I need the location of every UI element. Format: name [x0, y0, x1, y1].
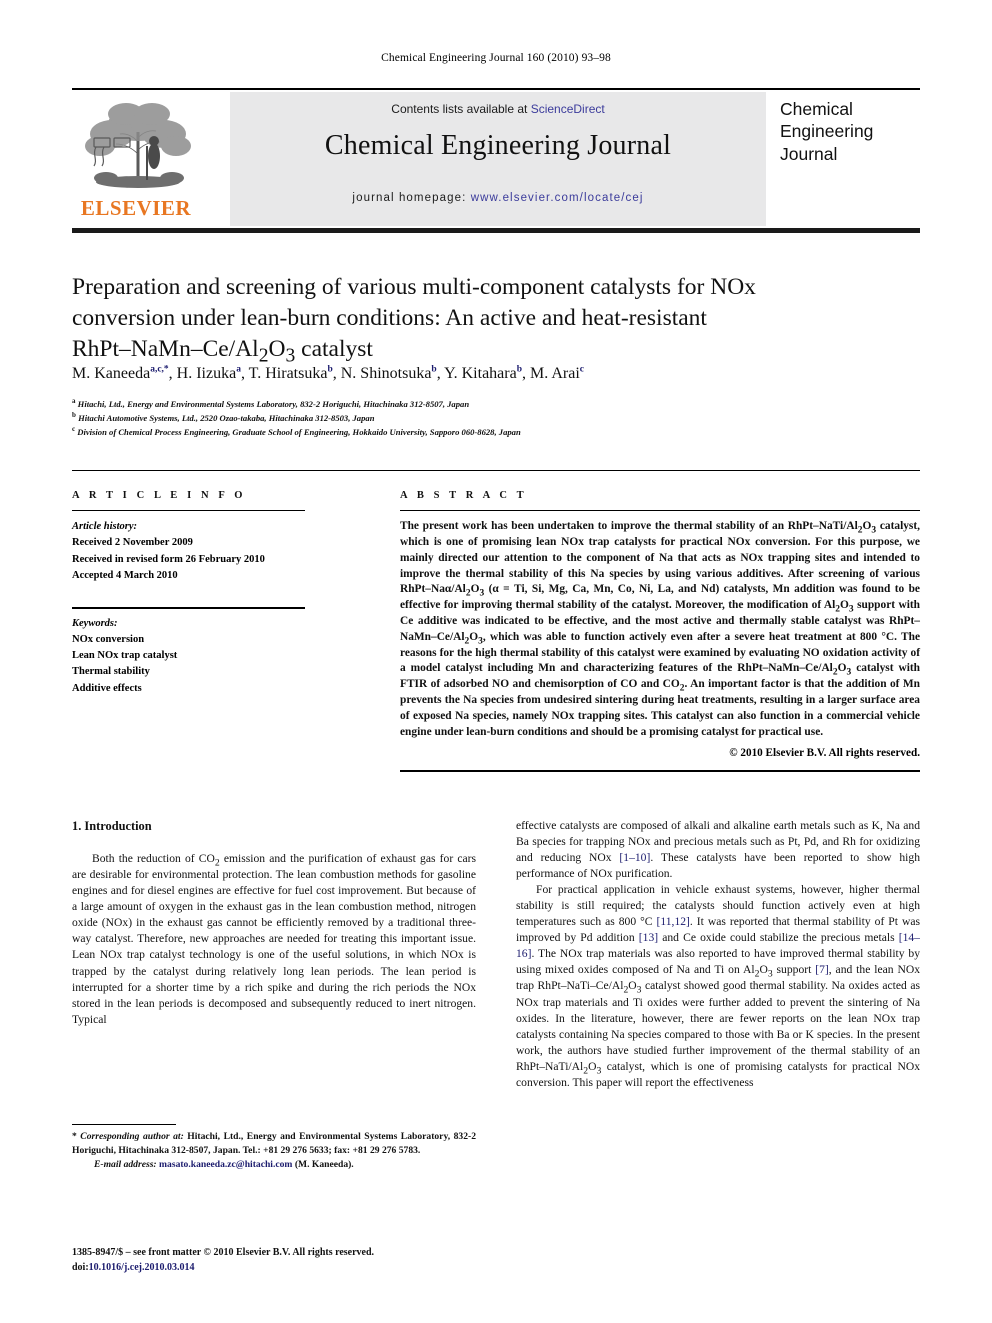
journal-homepage-link[interactable]: www.elsevier.com/locate/cej [471, 192, 644, 204]
body-paragraph: Both the reduction of CO2 emission and t… [72, 852, 476, 1026]
article-history-item: Received 2 November 2009 [72, 537, 193, 549]
article-history-item: Received in revised form 26 February 201… [72, 553, 265, 565]
abstract-block: A B S T R A C T The present work has bee… [400, 490, 920, 772]
journal-homepage-line: journal homepage: www.elsevier.com/locat… [230, 192, 766, 204]
footnote-rule [72, 1124, 176, 1126]
elsevier-wordmark: ELSEVIER [80, 196, 192, 220]
elsevier-logo: ELSEVIER [72, 92, 204, 226]
keyword-item: Lean NOx trap catalyst [72, 650, 178, 662]
body-paragraph: effective catalysts are composed of alka… [516, 819, 920, 881]
journal-masthead: ELSEVIER Contents lists available at Sci… [72, 92, 920, 226]
corresponding-author-note: * Corresponding author at: Hitachi, Ltd.… [72, 1131, 476, 1157]
abstract-text: The present work has been undertaken to … [400, 520, 921, 738]
keywords-rule [72, 607, 305, 609]
author: M. Araic [530, 364, 584, 382]
cover-line-2: Engineering [780, 121, 874, 142]
author: N. Shinotsukab [340, 364, 437, 382]
author: T. Hiratsukab [248, 364, 333, 382]
affiliation: a Hitachi, Ltd., Energy and Environmenta… [72, 397, 470, 409]
keyword-item: Additive effects [72, 682, 142, 694]
email-suffix: (M. Kaneeda). [292, 1159, 354, 1171]
cover-line-3: Journal [780, 143, 838, 164]
title-line-3: RhPt–NaMn–Ce/Al2O3 catalyst [72, 335, 373, 367]
article-history-item: Accepted 4 March 2010 [72, 569, 178, 581]
abstract-heading: A B S T R A C T [400, 490, 528, 501]
email-label: E-mail address: [94, 1159, 157, 1171]
author-list: M. Kaneedaa,c,*, H. Iizukaa, T. Hiratsuk… [72, 364, 584, 382]
journal-article-page: Chemical Engineering Journal 160 (2010) … [0, 0, 992, 1323]
header-divider-top [72, 88, 920, 90]
affiliation: c Division of Chemical Process Engineeri… [72, 424, 521, 437]
abstract-copyright: © 2010 Elsevier B.V. All rights reserved… [729, 747, 920, 760]
author: M. Kaneedaa,c,* [72, 364, 169, 382]
journal-title: Chemical Engineering Journal [324, 130, 672, 161]
keywords-label: Keywords: [72, 617, 118, 629]
sciencedirect-link[interactable]: ScienceDirect [531, 102, 605, 116]
abstract-bottom-rule [400, 770, 920, 772]
affiliation: b Hitachi Automotive Systems, Ltd., 2520… [72, 411, 375, 423]
elsevier-tree-icon [85, 103, 191, 188]
journal-cover-title: Chemical Engineering Journal [780, 98, 920, 165]
section-heading-introduction: 1. Introduction [72, 819, 152, 833]
abstract-rule [400, 510, 920, 512]
doi-link[interactable]: 10.1016/j.cej.2010.03.014 [89, 1262, 195, 1273]
running-head: Chemical Engineering Journal 160 (2010) … [381, 52, 611, 64]
doi-label: doi: [72, 1262, 89, 1273]
keyword-item: NOx conversion [72, 633, 145, 645]
body-column-right: effective catalysts are composed of alka… [516, 818, 920, 1091]
article-info-rule [72, 510, 305, 512]
email-link[interactable]: masato.kaneeda.zc@hitachi.com [159, 1159, 292, 1170]
title-line-2: conversion under lean-burn conditions: A… [72, 304, 707, 331]
contents-available-line: Contents lists available at ScienceDirec… [230, 102, 766, 116]
footnote-block: * Corresponding author at: Hitachi, Ltd.… [72, 1124, 476, 1172]
header-divider-bottom [72, 228, 920, 233]
body-paragraph: For practical application in vehicle exh… [516, 883, 920, 1089]
email-note: E-mail address: masato.kaneeda.zc@hitach… [94, 1158, 476, 1172]
author: H. Iizukaa [176, 364, 241, 382]
info-divider [72, 470, 920, 472]
cover-line-1: Chemical [780, 99, 853, 119]
issn-line: 1385-8947/$ – see front matter © 2010 El… [72, 1247, 375, 1258]
journal-homepage-label: journal homepage: [352, 192, 471, 204]
article-history-label: Article history: [72, 521, 138, 533]
body-column-left: 1. Introduction Both the reduction of CO… [72, 818, 476, 1028]
contents-available-label: Contents lists available at [391, 102, 531, 116]
page-title: Preparation and screening of various mul… [72, 272, 862, 367]
title-line-1: Preparation and screening of various mul… [72, 274, 756, 300]
issn-block: 1385-8947/$ – see front matter © 2010 El… [72, 1245, 492, 1275]
article-info-block: A R T I C L E I N F O Article history: R… [72, 490, 324, 697]
article-info-heading: A R T I C L E I N F O [72, 490, 247, 501]
keyword-item: Thermal stability [72, 666, 150, 678]
affiliation-list: a Hitachi, Ltd., Energy and Environmenta… [72, 398, 892, 440]
author: Y. Kitaharab [444, 364, 522, 382]
doi-line: doi:10.1016/j.cej.2010.03.014 [72, 1260, 492, 1275]
